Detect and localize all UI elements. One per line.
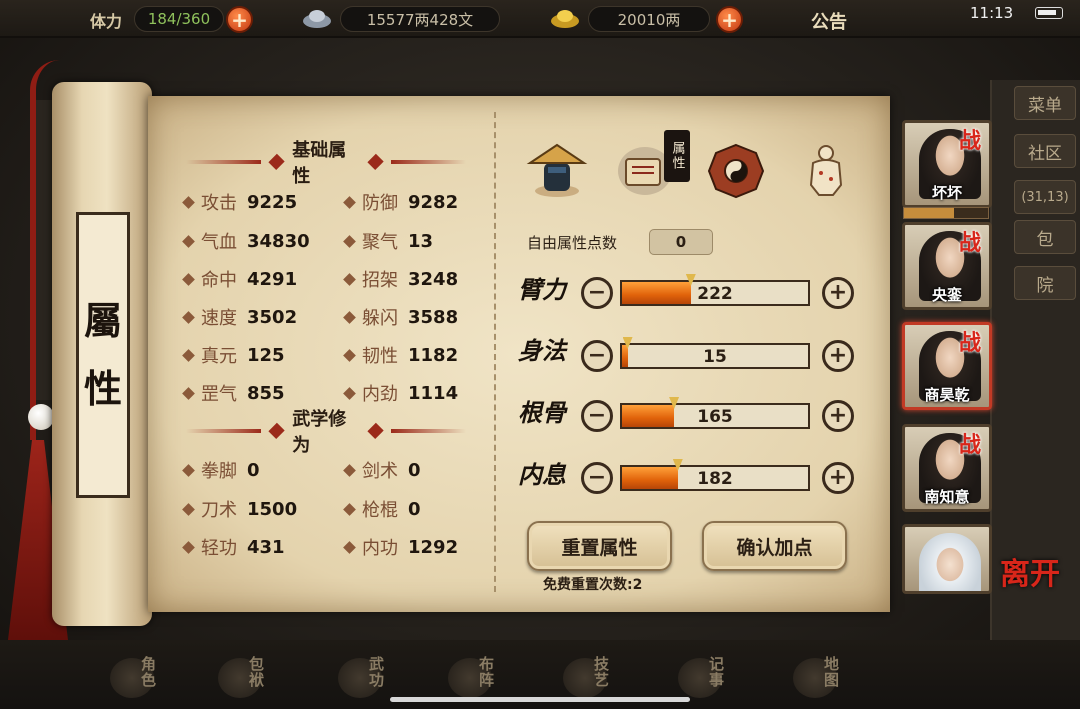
character-card-3[interactable]: 战 商昊乾 bbox=[902, 322, 992, 410]
nav-bag[interactable]: 包袱 bbox=[200, 652, 280, 704]
stat-defense: 防御 9282 bbox=[343, 189, 458, 215]
bag-side-button[interactable]: 包 bbox=[1014, 220, 1076, 254]
free-points-label: 自由属性点数 bbox=[527, 234, 618, 252]
tassel-bead bbox=[28, 404, 54, 430]
stat-inner-force: 内劲 1114 bbox=[343, 380, 458, 406]
constitution-plus-button[interactable]: + bbox=[822, 400, 854, 432]
breath-minus-button[interactable]: − bbox=[581, 462, 613, 494]
menu-button[interactable]: 菜单 bbox=[1014, 86, 1076, 120]
character-name: 南知意 bbox=[924, 488, 970, 506]
tab-character[interactable] bbox=[524, 140, 590, 200]
stat-lightness: 轻功 431 bbox=[182, 534, 285, 560]
stat-toughness: 韧性 1182 bbox=[343, 342, 458, 368]
agility-value: 15 bbox=[703, 347, 727, 367]
breath-value: 182 bbox=[697, 469, 733, 489]
stat-attack: 攻击 9225 bbox=[182, 189, 297, 215]
in-battle-tag: 战 bbox=[959, 432, 982, 458]
strength-minus-button[interactable]: − bbox=[581, 277, 613, 309]
attr-name-breath: 内息 bbox=[518, 460, 566, 489]
stamina-value: 184/360 bbox=[134, 6, 224, 32]
stat-true-energy: 真元 125 bbox=[182, 342, 285, 368]
stat-fist: 拳脚 0 bbox=[182, 457, 260, 483]
in-battle-tag: 战 bbox=[959, 128, 982, 154]
nav-martial[interactable]: 武功 bbox=[320, 652, 400, 704]
stat-dodge: 躲闪 3588 bbox=[343, 304, 458, 330]
in-battle-tag: 战 bbox=[959, 330, 982, 356]
scroll-title-char-1: 屬 bbox=[83, 297, 122, 343]
bagua-icon bbox=[707, 143, 765, 199]
character-1-xp-bar bbox=[903, 207, 989, 219]
constitution-value: 165 bbox=[697, 407, 733, 427]
confirm-points-button[interactable]: 确认加点 bbox=[702, 521, 847, 571]
attr-name-agility: 身法 bbox=[518, 336, 566, 365]
stat-qi-gather: 聚气 13 bbox=[343, 228, 433, 254]
breath-plus-button[interactable]: + bbox=[822, 462, 854, 494]
status-time: 11:13 bbox=[970, 4, 1014, 22]
nav-character[interactable]: 角色 bbox=[92, 652, 172, 704]
nav-map[interactable]: 地图 bbox=[775, 652, 855, 704]
character-card-2[interactable]: 战 央銮 bbox=[902, 222, 992, 310]
character-name: 央銮 bbox=[931, 286, 962, 304]
free-reset-count: 免费重置次数:2 bbox=[543, 577, 643, 593]
notice-button[interactable]: 公告 bbox=[811, 8, 847, 34]
strength-bar: 222 bbox=[620, 274, 810, 306]
stat-speed: 速度 3502 bbox=[182, 304, 297, 330]
meridian-body-icon bbox=[809, 145, 843, 196]
silver-ingot-icon bbox=[303, 10, 331, 28]
strength-value: 222 bbox=[697, 284, 733, 304]
background-right-panel: 菜单 社区 (31,13) 包 院 bbox=[990, 80, 1080, 640]
tab-meridians[interactable] bbox=[793, 140, 859, 200]
stat-sword: 剑术 0 bbox=[343, 457, 421, 483]
gold-value: 20010两 bbox=[588, 6, 710, 32]
character-card-4[interactable]: 战 南知意 bbox=[902, 424, 992, 512]
home-indicator bbox=[390, 697, 690, 702]
attr-name-strength: 臂力 bbox=[518, 275, 566, 304]
breath-bar: 182 bbox=[620, 459, 810, 491]
stat-blade: 刀术 1500 bbox=[182, 496, 297, 522]
battery-icon bbox=[1035, 7, 1063, 19]
scroll-title-char-2: 性 bbox=[83, 366, 122, 411]
community-button[interactable]: 社区 bbox=[1014, 134, 1076, 168]
character-card-1[interactable]: 战 坏坏 bbox=[902, 120, 992, 208]
strength-plus-button[interactable]: + bbox=[822, 277, 854, 309]
stat-hit: 命中 4291 bbox=[182, 266, 297, 292]
silver-value: 15577两428文 bbox=[340, 6, 500, 32]
column-divider bbox=[494, 112, 496, 592]
courtyard-button[interactable]: 院 bbox=[1014, 266, 1076, 300]
stat-inner-art: 内功 1292 bbox=[343, 534, 458, 560]
tab-attributes-badge: 属性 bbox=[664, 130, 690, 182]
add-stamina-button[interactable]: + bbox=[226, 6, 253, 33]
agility-minus-button[interactable]: − bbox=[581, 340, 613, 372]
coordinate-readout: (31,13) bbox=[1014, 180, 1076, 214]
constitution-bar: 165 bbox=[620, 397, 810, 429]
stat-gang-qi: 罡气 855 bbox=[182, 380, 285, 406]
character-name: 商昊乾 bbox=[924, 386, 970, 404]
character-hat-icon bbox=[526, 143, 588, 197]
basic-attrs-header: 基础属性 bbox=[186, 140, 466, 187]
agility-plus-button[interactable]: + bbox=[822, 340, 854, 372]
basic-attrs-title: 基础属性 bbox=[292, 140, 347, 187]
top-resource-bar: 体力 184/360 + 15577两428文 20010两 + 公告 11:1… bbox=[0, 0, 1080, 38]
agility-bar: 15 bbox=[620, 337, 810, 369]
avatar bbox=[919, 533, 981, 591]
gold-ingot-icon bbox=[551, 10, 579, 28]
stat-hp: 气血 34830 bbox=[182, 228, 310, 254]
character-name: 坏坏 bbox=[931, 184, 962, 202]
add-gold-button[interactable]: + bbox=[716, 6, 743, 33]
reset-attributes-button[interactable]: 重置属性 bbox=[527, 521, 672, 571]
character-card-5[interactable] bbox=[902, 524, 992, 594]
stamina-label: 体力 bbox=[90, 12, 123, 31]
attr-name-constitution: 根骨 bbox=[518, 398, 566, 427]
stat-parry: 招架 3248 bbox=[343, 266, 458, 292]
scroll-title-panel: 屬 性 bbox=[76, 212, 130, 498]
martial-attrs-header: 武学修为 bbox=[186, 409, 466, 456]
constitution-minus-button[interactable]: − bbox=[581, 400, 613, 432]
free-points-value: 0 bbox=[649, 229, 713, 255]
leave-button[interactable]: 离开 bbox=[1000, 560, 1060, 620]
stat-spear: 枪棍 0 bbox=[343, 496, 421, 522]
martial-attrs-title: 武学修为 bbox=[292, 409, 347, 456]
tab-bagua[interactable] bbox=[703, 140, 769, 200]
in-battle-tag: 战 bbox=[959, 230, 982, 256]
